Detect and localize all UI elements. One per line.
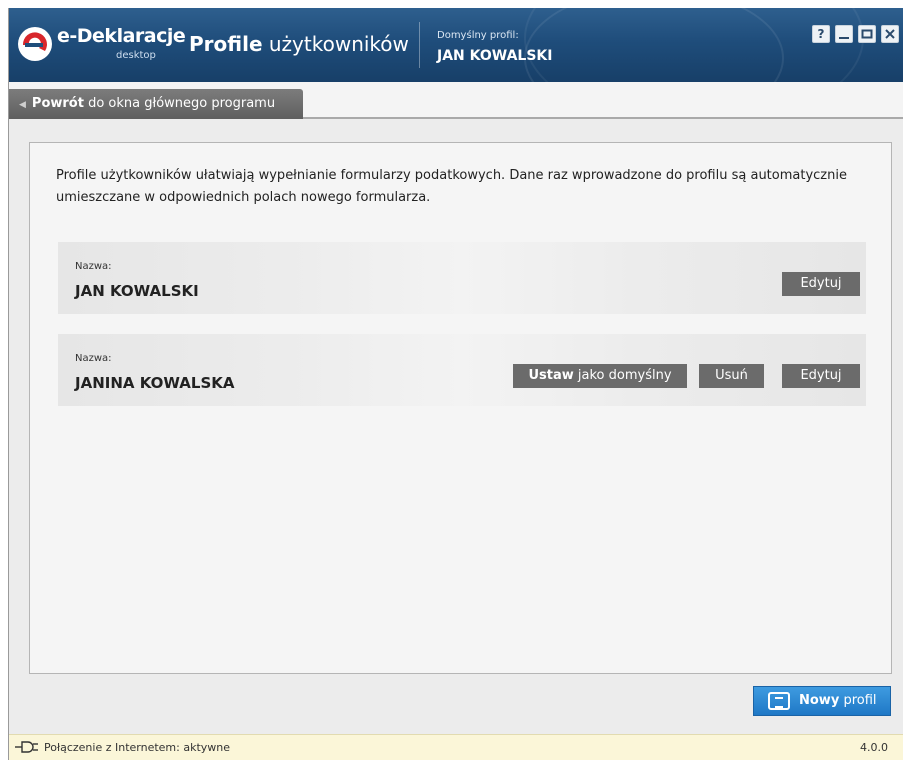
brand-subtitle: desktop <box>116 50 156 61</box>
brand-name: e-Deklaracje <box>57 25 186 47</box>
status-bar: Połączenie z Internetem: aktywne 4.0.0 <box>9 734 903 760</box>
profile-row: Nazwa: JAN KOWALSKI Edytuj <box>58 242 866 314</box>
plug-icon <box>15 741 38 753</box>
back-bar: ◀ Powrót do okna głównego programu <box>9 82 903 119</box>
header-divider <box>419 22 420 68</box>
profiles-panel: Profile użytkowników ułatwiają wypełnian… <box>29 142 892 674</box>
maximize-button[interactable] <box>858 25 876 43</box>
profile-name: JAN KOWALSKI <box>75 282 199 300</box>
help-button[interactable]: ? <box>812 25 830 43</box>
back-to-main-button[interactable]: ◀ Powrót do okna głównego programu <box>9 89 303 119</box>
close-icon <box>885 29 895 39</box>
new-profile-icon <box>768 692 790 710</box>
intro-text: Profile użytkowników ułatwiają wypełnian… <box>56 168 847 205</box>
profile-name-label: Nazwa: <box>75 261 112 272</box>
profile-name: JANINA KOWALSKA <box>75 374 235 392</box>
maximize-icon <box>861 29 873 39</box>
app-version: 4.0.0 <box>860 741 888 754</box>
header-decoration <box>524 8 784 82</box>
minimize-button[interactable] <box>835 25 853 43</box>
app-header: e-Deklaracje desktop Profile użytkownikó… <box>9 8 903 82</box>
back-label-rest: do okna głównego programu <box>88 96 276 111</box>
delete-profile-button[interactable]: Usuń <box>699 364 764 388</box>
app-window: e-Deklaracje desktop Profile użytkownikó… <box>8 8 903 760</box>
page-title: Profile użytkowników <box>189 32 409 56</box>
new-profile-button[interactable]: Nowy profil <box>753 686 891 716</box>
back-label-bold: Powrót <box>31 96 84 111</box>
edit-profile-button[interactable]: Edytuj <box>782 364 860 388</box>
default-profile-label: Domyślny profil: <box>437 30 519 41</box>
default-profile-name: JAN KOWALSKI <box>437 48 553 64</box>
e-deklaracje-logo-icon <box>18 27 52 61</box>
close-button[interactable] <box>881 25 899 43</box>
minimize-icon <box>839 37 849 39</box>
edit-profile-button[interactable]: Edytuj <box>782 272 860 296</box>
profile-name-label: Nazwa: <box>75 353 112 364</box>
back-arrow-icon: ◀ <box>19 100 26 110</box>
new-profile-label: Nowy profil <box>799 693 877 708</box>
connection-status: Połączenie z Internetem: aktywne <box>44 741 231 754</box>
set-default-button[interactable]: Ustaw jako domyślny <box>513 364 687 388</box>
profile-row: Nazwa: JANINA KOWALSKA Ustaw jako domyśl… <box>58 334 866 406</box>
